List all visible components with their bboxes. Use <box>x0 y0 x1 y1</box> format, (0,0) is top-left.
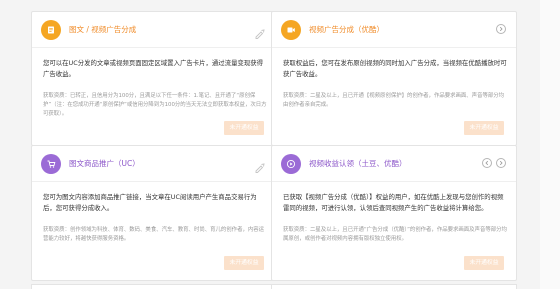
edit-tool-icon[interactable] <box>254 158 266 177</box>
benefit-card-youku-video-ads: 视频广告分成（优酷） 获取权益后，您可在发布原创视频的同时加入广告分成，当视频在… <box>271 11 517 146</box>
next-card-peek <box>31 284 277 289</box>
card-header: 图文 / 视频广告分成 <box>32 12 276 48</box>
card-header: 图文商品推广（UC） <box>32 146 276 182</box>
card-requirements: 获取资质：二星及以上，且已开通【视频原创保护】的创作者，作品要求画面、声音等部分… <box>283 93 505 108</box>
chevron-left-icon[interactable] <box>482 158 492 168</box>
document-icon <box>41 20 61 40</box>
benefit-card-article-video-ads: 图文 / 视频广告分成 您可以在UC分发的文章或视频页面固定区域置入广告卡片，通… <box>31 11 277 146</box>
video-icon <box>281 20 301 40</box>
benefit-card-product-promotion: 图文商品推广（UC） 您可为图文内容添加商品推广链接，当文章在UC阅读用户产生商… <box>31 145 277 281</box>
card-description: 已获取【视频广告分成（优酷）】权益的用户，如在优酷上发现与您创作的视频雷同的视频… <box>283 193 504 212</box>
next-card-peek <box>271 284 517 289</box>
enable-benefit-button[interactable]: 未开通权益 <box>464 121 504 135</box>
chevron-right-icon[interactable] <box>496 24 506 34</box>
card-title: 视频收益认领（土豆、优酷） <box>309 159 407 168</box>
edit-tool-icon[interactable] <box>254 24 266 43</box>
enable-benefit-button[interactable]: 未开通权益 <box>464 256 504 270</box>
card-description: 您可以在UC分发的文章或视频页面固定区域置入广告卡片，通过流量变现获得广告收益。 <box>43 59 264 78</box>
play-circle-icon <box>281 154 301 174</box>
enable-benefit-button[interactable]: 未开通权益 <box>224 121 264 135</box>
card-requirements: 获取资质：二星及以上，且已开通“广告分成（优酷）”的创作者，作品要求画面及声音等… <box>283 227 507 242</box>
benefit-card-video-revenue-claim: 视频收益认领（土豆、优酷） 已获取【视频广告分成（优酷）】权益的用户，如在优酷上… <box>271 145 517 281</box>
card-requirements: 获取资质：创作领域为科技、体育、数码、美食、汽车、教育、时尚、育儿的创作者，内容… <box>43 227 265 242</box>
chevron-right-icon[interactable] <box>496 158 506 168</box>
enable-benefit-button[interactable]: 未开通权益 <box>224 256 264 270</box>
card-header: 视频收益认领（土豆、优酷） <box>272 146 516 182</box>
card-description: 您可为图文内容添加商品推广链接，当文章在UC阅读用户产生商品交易行为后，您可获得… <box>43 193 257 212</box>
card-title: 视频广告分成（优酷） <box>309 25 384 34</box>
card-title: 图文商品推广（UC） <box>69 159 140 168</box>
right-scroll-area <box>540 0 560 289</box>
card-title: 图文 / 视频广告分成 <box>69 25 137 34</box>
card-header: 视频广告分成（优酷） <box>272 12 516 48</box>
card-requirements: 获取资质：已转正，且信用分为100分，且满足以下任一条件：1.笔记、且开通了“原… <box>43 93 267 117</box>
shopping-cart-icon <box>41 154 61 174</box>
card-description: 获取权益后，您可在发布原创视频的同时加入广告分成，当视频在优酷播放时可获广告收益… <box>283 59 507 78</box>
